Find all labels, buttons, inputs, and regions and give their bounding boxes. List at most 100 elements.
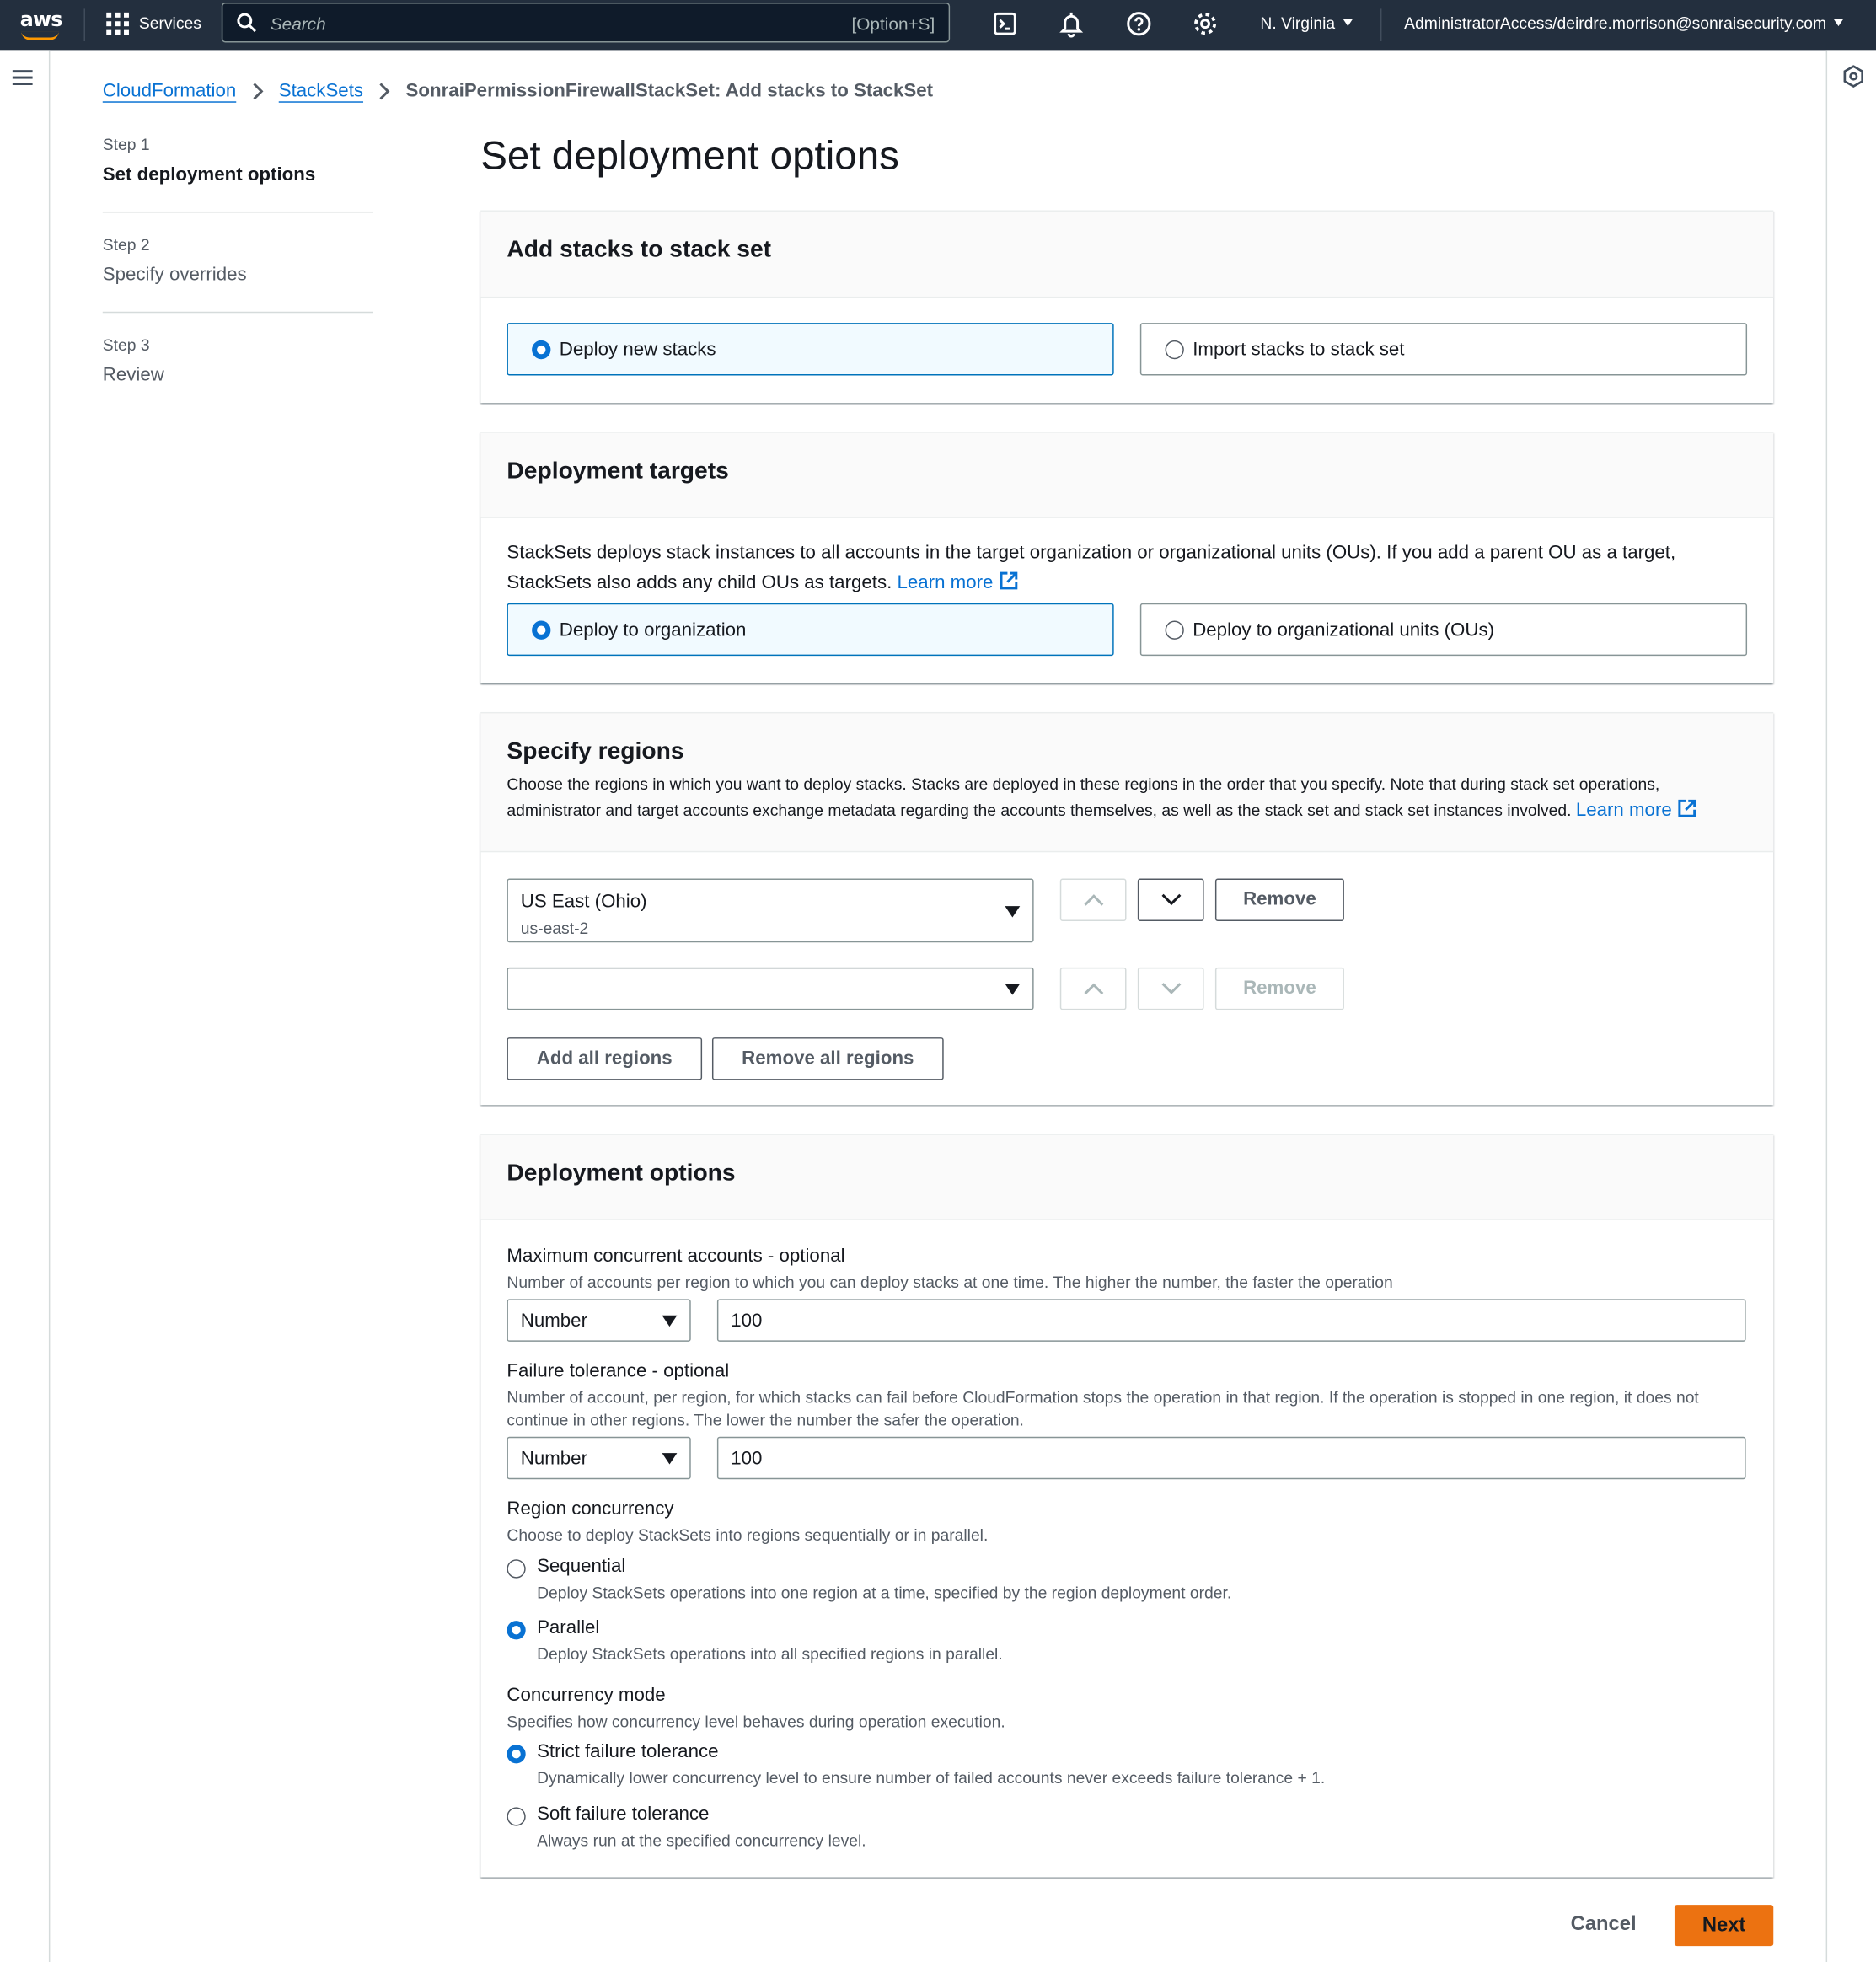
radio-unselected-icon [507,1559,526,1579]
radio-unselected-icon [1165,340,1184,360]
deployment-options-panel: Deployment options Maximum concurrent ac… [480,1134,1774,1878]
region-code: us-east-2 [520,918,589,938]
breadcrumb-cloudformation[interactable]: CloudFormation [103,80,236,101]
step-number: Step 1 [102,135,150,154]
aws-smile-icon [21,31,59,40]
max-concurrent-type-select[interactable]: Number [507,1299,691,1342]
region-name: US East (Ohio) [520,891,647,913]
services-menu[interactable]: Services [139,13,201,32]
help-panel-icon[interactable] [1843,65,1864,88]
panel-header: Add stacks to stack set [480,211,1774,298]
panel-title: Specify regions [507,738,684,765]
menu-icon[interactable] [12,70,33,85]
wizard-step-2: Step 2 Specify overrides [102,235,373,314]
option-description: Deploy StackSets operations into all spe… [537,1644,1003,1664]
failure-tolerance-label: Failure tolerance - optional [507,1360,730,1382]
remove-region-button[interactable]: Remove [1214,878,1344,921]
import-stacks-option[interactable]: Import stacks to stack set [1139,323,1748,376]
caret-down-icon [1834,19,1844,27]
option-title: Soft failure tolerance [537,1803,710,1825]
panel-title: Deployment options [507,1160,736,1187]
max-concurrent-label: Maximum concurrent accounts - optional [507,1245,845,1267]
deploy-new-stacks-option[interactable]: Deploy new stacks [507,323,1114,376]
max-concurrent-description: Number of accounts per region to which y… [507,1273,1393,1292]
step-name: Set deployment options [102,164,316,185]
failure-tolerance-description: Number of account, per region, for which… [507,1387,1699,1429]
learn-more-link[interactable]: Learn more [897,572,993,593]
caret-down-icon [1005,906,1021,918]
services-grid-icon[interactable] [106,12,129,35]
deploy-to-organization-option[interactable]: Deploy to organization [507,603,1114,657]
search-shortcut: [Option+S] [851,13,935,35]
settings-icon[interactable] [1192,10,1219,38]
region-concurrency-label: Region concurrency [507,1498,674,1520]
chevron-down-icon [1161,893,1182,906]
panel-header: Specify regions Choose the regions in wh… [480,713,1774,853]
left-navigation-rail [0,50,51,1962]
move-down-button[interactable] [1137,878,1204,921]
option-title: Parallel [537,1616,600,1638]
select-value: Number [520,1310,587,1332]
caret-down-icon [1005,984,1021,995]
radio-selected-icon [532,620,551,640]
option-label: Import stacks to stack set [1193,339,1405,361]
regions-description-text: Choose the regions in which you want to … [507,775,1660,820]
add-all-regions-button[interactable]: Add all regions [507,1037,703,1080]
deployment-targets-panel: Deployment targets StackSets deploys sta… [480,432,1774,683]
failure-tolerance-type-select[interactable]: Number [507,1436,691,1480]
aws-logo[interactable]: aws [18,8,62,43]
move-up-button[interactable] [1059,967,1127,1010]
top-navigation: aws Services Search [Option+S] N. Virgin… [0,0,1876,51]
remove-region-button-disabled[interactable]: Remove [1214,967,1344,1010]
region-select[interactable]: US East (Ohio) us-east-2 [507,878,1034,943]
option-label: Deploy to organization [559,619,747,641]
move-up-button[interactable] [1059,878,1127,921]
breadcrumb-stacksets[interactable]: StackSets [279,80,363,101]
region-selector[interactable]: N. Virginia [1260,13,1353,33]
right-tools-rail [1825,50,1876,1962]
concurrency-mode-description: Specifies how concurrency level behaves … [507,1712,1005,1731]
option-description: Dynamically lower concurrency level to e… [537,1768,1326,1788]
external-link-icon[interactable] [998,571,1018,591]
aws-logo-text: aws [19,7,63,32]
cancel-button[interactable]: Cancel [1571,1914,1637,1937]
option-label: Deploy new stacks [559,339,716,361]
nav-divider [83,8,85,42]
step-name: Specify overrides [102,264,247,286]
cloudshell-icon[interactable] [991,10,1019,38]
failure-tolerance-input[interactable]: 100 [716,1436,1746,1480]
search-input[interactable]: Search [Option+S] [221,2,951,43]
chevron-right-icon [252,82,264,99]
targets-description: StackSets deploys stack instances to all… [507,539,1745,598]
move-down-button[interactable] [1137,967,1204,1010]
regions-description: Choose the regions in which you want to … [507,771,1745,823]
account-menu[interactable]: AdministratorAccess/deirdre.morrison@son… [1404,13,1844,33]
select-value: Number [520,1448,587,1470]
search-icon [237,13,256,33]
page-title: Set deployment options [480,132,899,178]
panel-title: Add stacks to stack set [507,236,772,263]
bell-icon[interactable] [1058,10,1085,38]
remove-all-regions-button[interactable]: Remove all regions [711,1037,944,1080]
radio-unselected-icon [507,1807,526,1826]
option-description: Always run at the specified concurrency … [537,1831,866,1850]
chevron-down-icon [1161,983,1182,994]
chevron-right-icon [379,82,390,99]
next-button[interactable]: Next [1674,1905,1774,1947]
radio-unselected-icon [1165,620,1184,640]
step-divider [102,311,373,314]
caret-down-icon [1343,19,1353,27]
option-title: Strict failure tolerance [537,1740,719,1762]
concurrency-mode-label: Concurrency mode [507,1684,666,1707]
learn-more-link[interactable]: Learn more [1576,800,1672,821]
external-link-icon[interactable] [1677,798,1697,818]
wizard-step-3: Step 3 Review [103,335,373,385]
step-name: Review [102,364,164,386]
chevron-up-icon [1084,894,1104,906]
panel-header: Deployment targets [480,432,1774,518]
wizard-step-1: Step 1 Set deployment options [102,135,373,213]
max-concurrent-input[interactable]: 100 [716,1299,1746,1342]
region-select-empty[interactable] [507,967,1034,1010]
help-icon[interactable] [1125,10,1153,38]
deploy-to-ous-option[interactable]: Deploy to organizational units (OUs) [1139,603,1748,657]
